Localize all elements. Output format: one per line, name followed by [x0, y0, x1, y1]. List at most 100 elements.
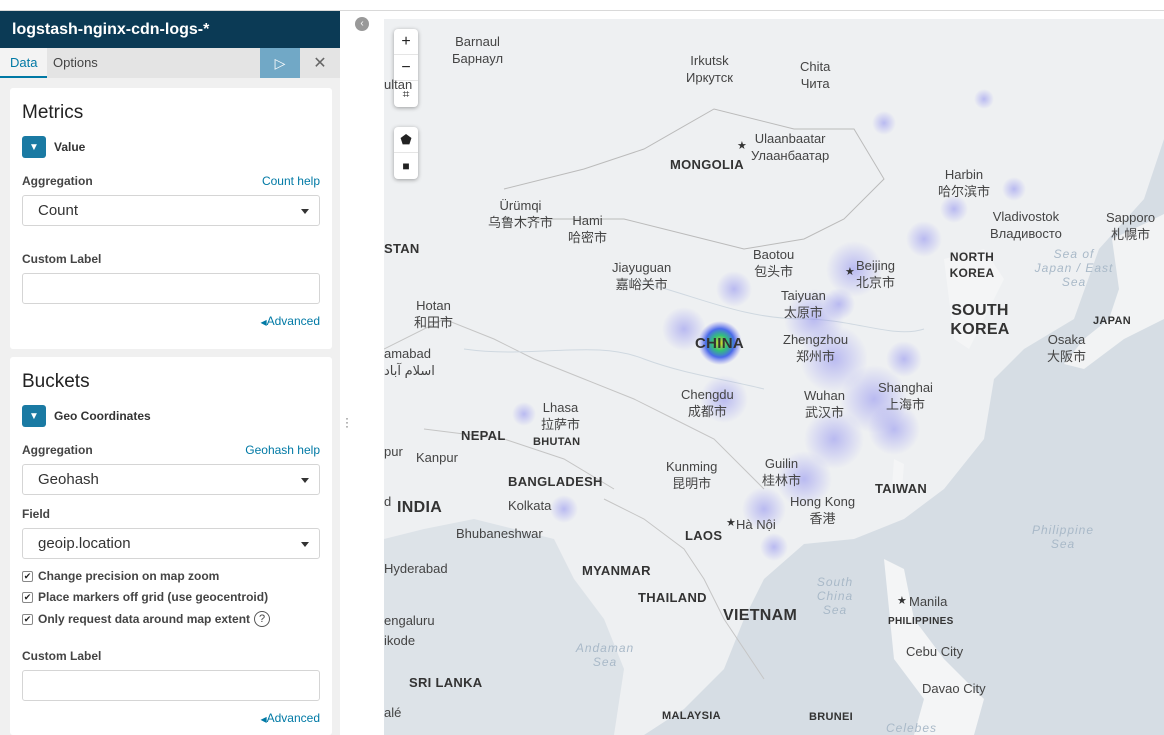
bucket-advanced-label: Advanced — [266, 711, 320, 725]
bucket-aggregation-select[interactable]: Geohash — [22, 464, 320, 495]
field-select[interactable]: geoip.location — [22, 528, 320, 559]
edge-label: ultan — [384, 77, 413, 92]
edge-label: اسلام آباد — [384, 363, 435, 378]
sea-label: Sea of Japan / East Sea — [1034, 247, 1114, 289]
city-label: Guilin 桂林市 — [762, 456, 802, 488]
checkbox-checked-icon[interactable]: ✔ — [22, 613, 33, 625]
metric-collapse-toggle[interactable]: ▼ — [22, 136, 46, 158]
bucket-advanced-toggle[interactable]: ◀Advanced — [22, 711, 320, 725]
city-label: Hami 哈密市 — [568, 213, 608, 245]
city-label: Hà Nội — [736, 517, 776, 532]
tab-options[interactable]: Options — [43, 48, 108, 78]
draw-polygon-button[interactable]: ⬟ — [394, 127, 418, 153]
precision-checkbox-row[interactable]: ✔ Change precision on map zoom — [22, 569, 320, 583]
country-label: SRI LANKA — [409, 675, 483, 690]
panel-splitter[interactable] — [340, 11, 354, 735]
metric-custom-label-input[interactable] — [22, 273, 320, 304]
geocentroid-checkbox-row[interactable]: ✔ Place markers off grid (use geocentroi… — [22, 590, 320, 604]
bucket-custom-label-input[interactable] — [22, 670, 320, 701]
play-icon: ▷ — [274, 54, 286, 71]
metrics-title: Metrics — [22, 102, 84, 123]
draw-rectangle-button[interactable]: ■ — [394, 153, 418, 179]
city-label: Kanpur — [416, 450, 458, 465]
edge-label: ikode — [384, 633, 416, 648]
collapse-sidebar-icon[interactable]: ‹ — [355, 17, 369, 31]
checkbox-checked-icon[interactable]: ✔ — [22, 591, 33, 603]
field-value: geoip.location — [38, 535, 131, 552]
question-icon[interactable]: ? — [254, 611, 271, 627]
geocentroid-checkbox-label: Place markers off grid (use geocentroid) — [38, 590, 269, 604]
sea-label: Philippine Sea — [1031, 523, 1095, 551]
polygon-icon: ⬟ — [400, 131, 412, 147]
city-label: Harbin 哈尔滨市 — [938, 167, 991, 199]
country-label: MALAYSIA — [662, 710, 721, 722]
metric-custom-label-label: Custom Label — [22, 252, 102, 266]
zoom-in-button[interactable]: + — [394, 29, 418, 55]
country-label: THAILAND — [638, 590, 707, 605]
drag-handle-icon[interactable]: · · · — [345, 412, 349, 432]
country-label: TAIWAN — [875, 481, 928, 496]
zoom-controls: + − ⌗ — [394, 29, 418, 107]
city-label: Zhengzhou 郑州市 — [783, 332, 849, 364]
city-label: Ulaanbaatar Улаанбаатар — [751, 131, 830, 163]
map-canvas[interactable]: + − ⌗ ⬟ ■ Barnaul Барнаул Irkutsk Иркутск … — [384, 19, 1164, 735]
country-label: CHINA — [695, 335, 744, 352]
extent-checkbox-row[interactable]: ✔ Only request data around map extent ? — [22, 611, 320, 627]
buckets-panel: Buckets ▼ Geo Coordinates Aggregation Ge… — [10, 357, 332, 735]
bucket-agg-name: Geo Coordinates — [54, 409, 151, 423]
city-label: Irkutsk Иркутск — [686, 53, 733, 85]
city-label: Wuhan 武汉市 — [804, 388, 845, 420]
city-label: Beijing 北京市 — [856, 258, 896, 290]
capital-star-icon: ★ — [897, 595, 907, 607]
field-label: Field — [22, 507, 51, 521]
city-label: Chengdu 成都市 — [681, 387, 734, 419]
top-strip — [0, 0, 1164, 11]
city-label: Baotou 包头市 — [753, 247, 795, 279]
index-pattern-title: logstash-nginx-cdn-logs-* — [0, 11, 340, 48]
caret-down-icon — [301, 478, 309, 483]
precision-checkbox-label: Change precision on map zoom — [38, 569, 220, 583]
editor-sidebar: logstash-nginx-cdn-logs-* Data Options ▷… — [0, 11, 340, 735]
country-label: PHILIPPINES — [888, 616, 954, 627]
capital-star-icon: ★ — [845, 266, 855, 278]
draw-controls: ⬟ ■ — [394, 127, 418, 179]
bucket-aggregation-label: Aggregation — [22, 443, 93, 457]
metric-aggregation-label: Aggregation — [22, 174, 93, 188]
country-label: INDIA — [397, 499, 443, 516]
checkbox-checked-icon[interactable]: ✔ — [22, 570, 33, 582]
tab-data[interactable]: Data — [0, 48, 48, 78]
country-label: MYANMAR — [582, 563, 651, 578]
geohash-help-link[interactable]: Geohash help — [245, 443, 320, 457]
discard-button[interactable]: ✕ — [300, 48, 340, 78]
city-label: Ürümqi 乌鲁木齐市 — [488, 198, 554, 230]
bucket-aggregation-value: Geohash — [38, 471, 99, 488]
bucket-collapse-toggle[interactable]: ▼ — [22, 405, 46, 427]
city-label: Hyderabad — [384, 561, 448, 576]
country-label: BRUNEI — [809, 711, 853, 723]
city-label: Shanghai 上海市 — [878, 380, 933, 412]
metric-agg-name: Value — [54, 140, 86, 154]
city-label: Davao City — [922, 681, 986, 696]
city-label: Hotan 和田市 — [414, 298, 454, 330]
city-label: Sapporo 札幌市 — [1106, 210, 1156, 242]
country-label: LAOS — [685, 528, 723, 543]
city-label: Bhubaneshwar — [456, 526, 543, 541]
chevron-down-icon: ▼ — [29, 141, 39, 153]
metric-advanced-toggle[interactable]: ◀Advanced — [22, 314, 320, 328]
edge-label: amabad — [384, 346, 431, 361]
basemap — [384, 89, 1164, 735]
city-label: Hong Kong 香港 — [790, 494, 856, 526]
caret-down-icon — [301, 542, 309, 547]
country-label: BANGLADESH — [508, 474, 603, 489]
metrics-panel: Metrics ▼ Value Aggregation Count help C… — [10, 88, 332, 349]
edge-label: alé — [384, 705, 402, 720]
caret-down-icon — [301, 209, 309, 214]
country-label: MONGOLIA — [670, 157, 744, 172]
country-label: SOUTH KOREA — [950, 302, 1010, 338]
sea-label: South China Sea — [816, 575, 854, 617]
close-icon: ✕ — [313, 55, 327, 72]
apply-changes-button[interactable]: ▷ — [260, 48, 300, 78]
city-label: Kolkata — [508, 498, 552, 513]
metric-aggregation-select[interactable]: Count — [22, 195, 320, 226]
count-help-link[interactable]: Count help — [262, 174, 320, 188]
